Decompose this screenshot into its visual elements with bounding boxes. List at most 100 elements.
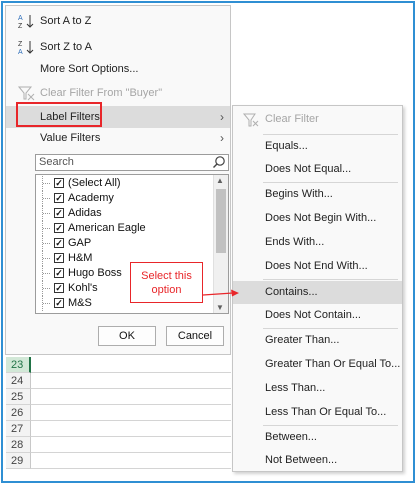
callout-line-2: option [151,284,182,296]
checkbox[interactable]: ✓ [54,298,64,308]
row-header[interactable]: 26 [6,405,31,421]
not-between-label: Not Between... [265,454,338,466]
label-filters-submenu: Clear Filter Equals... Does Not Equal...… [232,105,403,472]
greater-than-label: Greater Than... [265,334,340,346]
sort-a-to-z-label: Sort A to Z [40,15,92,27]
checkbox[interactable]: ✓ [54,283,64,293]
tree-connector [42,281,51,296]
list-item-label: (Select All) [68,177,121,189]
sort-z-to-a-item[interactable]: Z A Sort Z to A [6,36,230,58]
chevron-right-icon: › [220,110,224,124]
search-icon [212,155,226,169]
chevron-right-icon: › [220,131,224,145]
checkbox[interactable]: ✓ [54,268,64,278]
tree-connector [42,176,51,191]
does-not-contain-item[interactable]: Does Not Contain... [233,304,402,327]
clear-filter-label: Clear Filter From "Buyer" [40,87,163,99]
list-item-label: M&S [68,297,92,309]
more-sort-options-label: More Sort Options... [40,63,139,75]
checkbox[interactable]: ✓ [54,208,64,218]
clear-filter-icon [242,113,259,127]
equals-item[interactable]: Equals... [233,135,402,158]
row-header[interactable]: 29 [6,453,31,469]
sort-z-to-a-label: Sort Z to A [40,41,92,53]
less-than-item[interactable]: Less Than... [233,377,402,400]
list-item-label: GAP [68,237,92,249]
sort-ascending-icon: A Z [18,13,36,30]
does-not-begin-with-label: Does Not Begin With... [265,212,377,224]
callout-line-1: Select this [141,270,192,282]
does-not-contain-label: Does Not Contain... [265,309,361,321]
does-not-begin-with-item[interactable]: Does Not Begin With... [233,207,402,230]
between-item[interactable]: Between... [233,426,402,449]
between-label: Between... [265,431,317,443]
tree-connector [42,266,51,281]
tree-connector [42,191,51,206]
greater-than-item[interactable]: Greater Than... [233,329,402,352]
value-filters-item[interactable]: Value Filters › [6,127,230,149]
row-header[interactable]: 23 [6,357,31,373]
not-between-item[interactable]: Not Between... [233,449,402,472]
screenshot-frame: 23 24 25 26 27 28 29 A Z Sort A to Z Z A… [1,1,415,483]
does-not-end-with-item[interactable]: Does Not End With... [233,255,402,278]
tree-connector [42,221,51,236]
worksheet-cells[interactable] [31,357,231,481]
value-filters-label: Value Filters [40,132,101,144]
list-item-label: Kohl's [68,282,98,294]
list-item-label: Hugo Boss [68,267,122,279]
search-input[interactable]: Search [35,154,229,171]
svg-text:A: A [18,49,23,55]
callout-arrow-icon [203,289,239,297]
annotation-callout: Select this option [130,262,203,303]
equals-label: Equals... [265,140,308,152]
svg-text:Z: Z [18,23,23,29]
greater-than-or-equal-item[interactable]: Greater Than Or Equal To... [233,353,402,376]
row-header[interactable]: 25 [6,389,31,405]
clear-filter-icon [17,85,36,101]
scroll-up-icon[interactable]: ▲ [216,176,224,185]
svg-text:Z: Z [18,41,23,48]
clear-filter-from-buyer-item: Clear Filter From "Buyer" [6,82,230,104]
row-header[interactable]: 24 [6,373,31,389]
does-not-equal-label: Does Not Equal... [265,163,352,175]
less-than-or-equal-label: Less Than Or Equal To... [265,406,387,418]
cancel-button[interactable]: Cancel [166,326,224,346]
list-item-label: American Eagle [68,222,146,234]
greater-than-or-equal-label: Greater Than Or Equal To... [265,358,401,370]
svg-text:A: A [18,15,23,22]
tree-connector [42,206,51,221]
less-than-or-equal-item[interactable]: Less Than Or Equal To... [233,401,402,424]
tree-connector [42,296,51,311]
list-item-label: Academy [68,192,114,204]
clear-filter-label: Clear Filter [265,113,319,125]
row-header[interactable]: 27 [6,421,31,437]
menu-divider [263,279,398,280]
tree-connector [42,251,51,266]
search-placeholder: Search [39,156,74,168]
ok-button[interactable]: OK [98,326,156,346]
checkbox[interactable]: ✓ [54,223,64,233]
begins-with-item[interactable]: Begins With... [233,183,402,206]
ends-with-item[interactable]: Ends With... [233,231,402,254]
tree-connector [42,236,51,251]
row-header[interactable]: 28 [6,437,31,453]
list-item-label: Adidas [68,207,102,219]
checkbox[interactable]: ✓ [54,238,64,248]
checkbox[interactable]: ✓ [54,178,64,188]
contains-label: Contains... [265,286,318,298]
scrollbar-thumb[interactable] [216,189,226,253]
clear-filter-item: Clear Filter [233,108,402,131]
checkbox[interactable]: ✓ [54,253,64,263]
list-item-label: H&M [68,252,93,264]
scroll-down-icon[interactable]: ▼ [216,303,224,312]
row-headers: 23 24 25 26 27 28 29 [6,357,31,469]
does-not-equal-item[interactable]: Does Not Equal... [233,158,402,181]
sort-a-to-z-item[interactable]: A Z Sort A to Z [6,10,230,32]
less-than-label: Less Than... [265,382,326,394]
more-sort-options-item[interactable]: More Sort Options... [6,58,230,80]
begins-with-label: Begins With... [265,188,333,200]
does-not-end-with-label: Does Not End With... [265,260,368,272]
contains-item[interactable]: Contains... [233,281,402,304]
checkbox[interactable]: ✓ [54,193,64,203]
sort-descending-icon: Z A [18,39,36,56]
